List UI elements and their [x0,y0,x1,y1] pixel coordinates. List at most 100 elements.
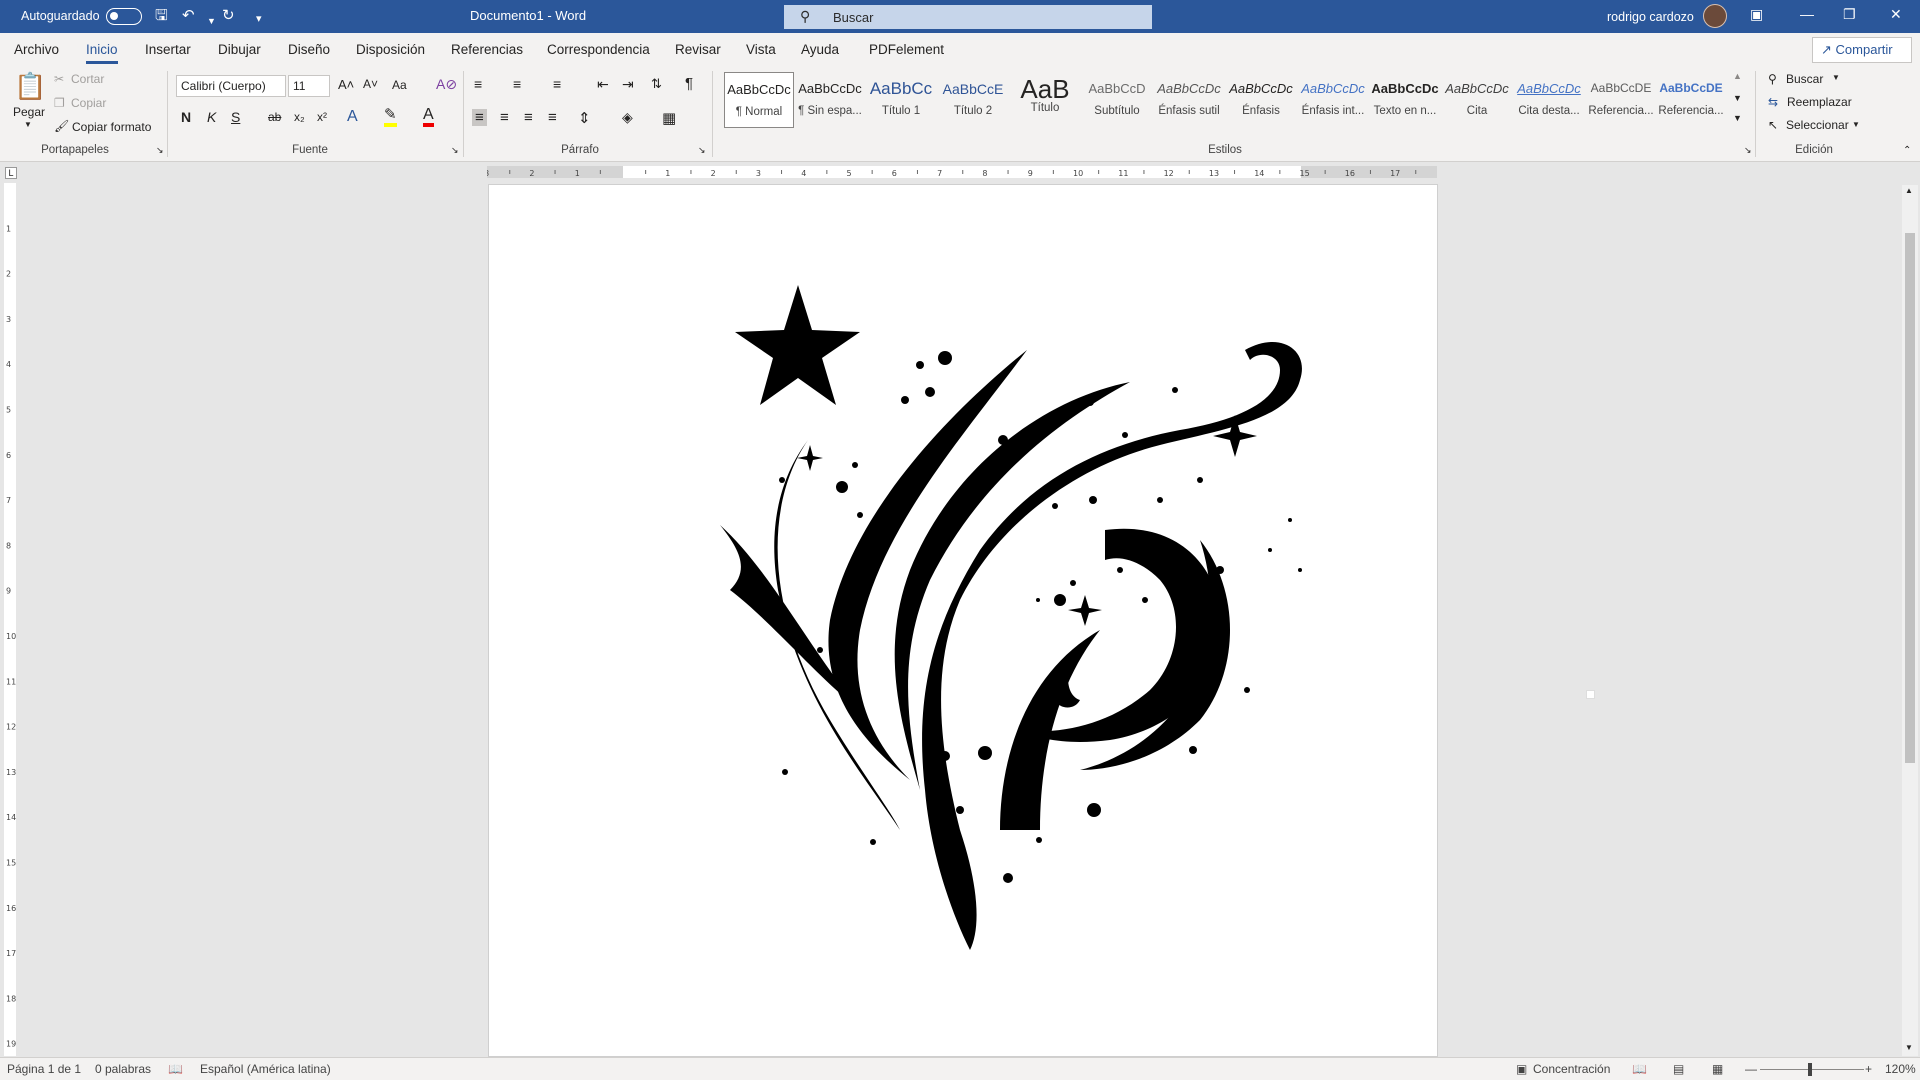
tab-referencias[interactable]: Referencias [451,42,523,57]
strikethrough-button[interactable]: ab [268,110,281,124]
tab-dibujar[interactable]: Dibujar [218,42,261,57]
styles-scroll-up-icon[interactable]: ▲ [1733,71,1742,81]
restore-icon[interactable]: ❐ [1843,6,1856,23]
horizontal-ruler[interactable]: 3211234567891011121314151617 [487,166,1437,178]
styles-launcher-icon[interactable]: ↘ [1744,145,1752,156]
decrease-indent-icon[interactable]: ⇤ [597,76,609,93]
align-left-icon[interactable]: ≡ [472,109,487,126]
bullets-icon[interactable]: ≡ [474,76,482,92]
read-mode-icon[interactable]: 📖 [1632,1062,1647,1076]
superscript-button[interactable]: x² [317,110,327,124]
tab-ayuda[interactable]: Ayuda [801,42,839,57]
tab-disposicion[interactable]: Disposición [356,42,425,57]
text-effects-icon[interactable]: A [347,108,358,126]
avatar[interactable] [1703,4,1727,28]
style-titulo-2[interactable]: AaBbCcE Título 2 [938,72,1008,128]
bold-button[interactable]: N [181,109,191,125]
replace-button[interactable]: Reemplazar [1787,95,1852,109]
scroll-up-icon[interactable]: ▲ [1905,186,1913,195]
line-spacing-icon[interactable]: ⇕ [578,109,591,127]
style-titulo[interactable]: AaB Título [1010,72,1080,128]
search-box[interactable]: ⚲ Buscar [784,5,1152,29]
paste-icon[interactable]: 📋 [14,71,46,102]
page-count[interactable]: Página 1 de 1 [7,1062,81,1076]
justify-icon[interactable]: ≡ [548,109,557,126]
paste-dropdown-icon[interactable]: ▼ [24,120,32,129]
style-sin-espaciado[interactable]: AaBbCcDc ¶ Sin espa... [795,72,865,128]
language[interactable]: Español (América latina) [200,1062,331,1076]
paste-button[interactable]: Pegar [13,105,45,119]
style-texto-negrita[interactable]: AaBbCcDc Texto en n... [1370,72,1440,128]
style-enfasis-sutil[interactable]: AaBbCcDc Énfasis sutil [1154,72,1224,128]
tab-selector[interactable]: L [5,167,17,179]
word-count[interactable]: 0 palabras [95,1062,151,1076]
tab-diseno[interactable]: Diseño [288,42,330,57]
print-layout-icon[interactable]: ▤ [1673,1062,1684,1076]
resize-handle[interactable] [1586,690,1595,699]
style-normal[interactable]: AaBbCcDc ¶ Normal [724,72,794,128]
style-cita-destacada[interactable]: AaBbCcDc Cita desta... [1514,72,1584,128]
select-dropdown-icon[interactable]: ▼ [1852,120,1860,129]
focus-mode-button[interactable]: Concentración [1533,1062,1610,1076]
align-right-icon[interactable]: ≡ [524,109,533,126]
share-button[interactable]: ↗ Compartir [1812,37,1912,63]
multilevel-list-icon[interactable]: ≡ [553,76,561,92]
shrink-font-icon[interactable]: A˅ [363,77,378,91]
undo-icon[interactable]: ↶ [182,7,195,25]
vertical-ruler[interactable]: 1 2 3 4 5 6 7 8 9 10 11 12 13 14 15 16 17 18 19 [4,183,16,1056]
tab-vista[interactable]: Vista [746,42,776,57]
save-icon[interactable]: 🖫 [155,7,168,25]
style-referencia-sutil[interactable]: AaBbCcDE Referencia... [1586,72,1656,128]
font-size-select[interactable]: 11 [288,75,330,97]
change-case-button[interactable]: Aa [392,78,407,92]
show-marks-icon[interactable]: ¶ [685,75,693,92]
font-family-select[interactable]: Calibri (Cuerpo) [176,75,286,97]
style-titulo-1[interactable]: AaBbCc Título 1 [866,72,936,128]
redo-icon[interactable]: ↻ [222,7,235,25]
web-layout-icon[interactable]: ▦ [1712,1062,1723,1076]
style-enfasis[interactable]: AaBbCcDc Énfasis [1226,72,1296,128]
italic-button[interactable]: K [207,109,216,125]
ribbon-display-icon[interactable]: ▣ [1750,6,1763,23]
paragraph-launcher-icon[interactable]: ↘ [698,145,706,156]
increase-indent-icon[interactable]: ⇥ [622,76,634,93]
underline-button[interactable]: S [231,109,240,125]
close-icon[interactable]: ✕ [1890,6,1902,23]
style-referencia-intensa[interactable]: AaBbCcDE Referencia... [1658,72,1724,128]
undo-dropdown-icon[interactable]: ▼ [207,12,216,30]
numbering-icon[interactable]: ≡ [513,76,521,92]
styles-scroll-down-icon[interactable]: ▼ [1733,93,1742,103]
minimize-icon[interactable]: — [1800,6,1814,22]
zoom-slider-thumb[interactable] [1808,1063,1812,1076]
align-center-icon[interactable]: ≡ [500,109,509,126]
zoom-in-icon[interactable]: + [1865,1062,1872,1076]
style-enfasis-intenso[interactable]: AaBbCcDc Énfasis int... [1298,72,1368,128]
style-subtitulo[interactable]: AaBbCcD Subtítulo [1082,72,1152,128]
vertical-scrollbar[interactable]: ▲ ▼ [1902,185,1918,1056]
styles-more-icon[interactable]: ▼ [1733,113,1742,123]
clear-formatting-icon[interactable]: A⊘ [436,76,457,93]
select-button[interactable]: Seleccionar [1786,118,1849,132]
scrollbar-thumb[interactable] [1905,233,1915,763]
find-dropdown-icon[interactable]: ▼ [1832,73,1840,82]
borders-icon[interactable]: ▦ [662,109,676,127]
clipboard-launcher-icon[interactable]: ↘ [156,145,164,156]
tab-revisar[interactable]: Revisar [675,42,721,57]
tab-inicio[interactable]: Inicio [86,42,118,64]
format-painter-button[interactable]: Copiar formato [72,120,151,134]
cut-button[interactable]: Cortar [71,72,104,86]
font-color-icon[interactable]: A [423,107,434,127]
find-button[interactable]: Buscar [1786,72,1823,86]
autosave-toggle[interactable] [106,8,142,25]
proofing-icon[interactable]: 📖 [168,1062,183,1076]
font-launcher-icon[interactable]: ↘ [451,145,459,156]
copy-button[interactable]: Copiar [71,96,106,110]
inserted-image[interactable] [660,270,1360,970]
sort-icon[interactable]: ⇅ [651,76,662,92]
subscript-button[interactable]: x₂ [294,110,305,124]
tab-pdfelement[interactable]: PDFelement [869,42,944,57]
tab-archivo[interactable]: Archivo [14,42,59,57]
focus-icon[interactable]: ▣ [1516,1062,1527,1076]
grow-font-icon[interactable]: A˄ [338,77,354,92]
zoom-level[interactable]: 120% [1885,1062,1916,1076]
